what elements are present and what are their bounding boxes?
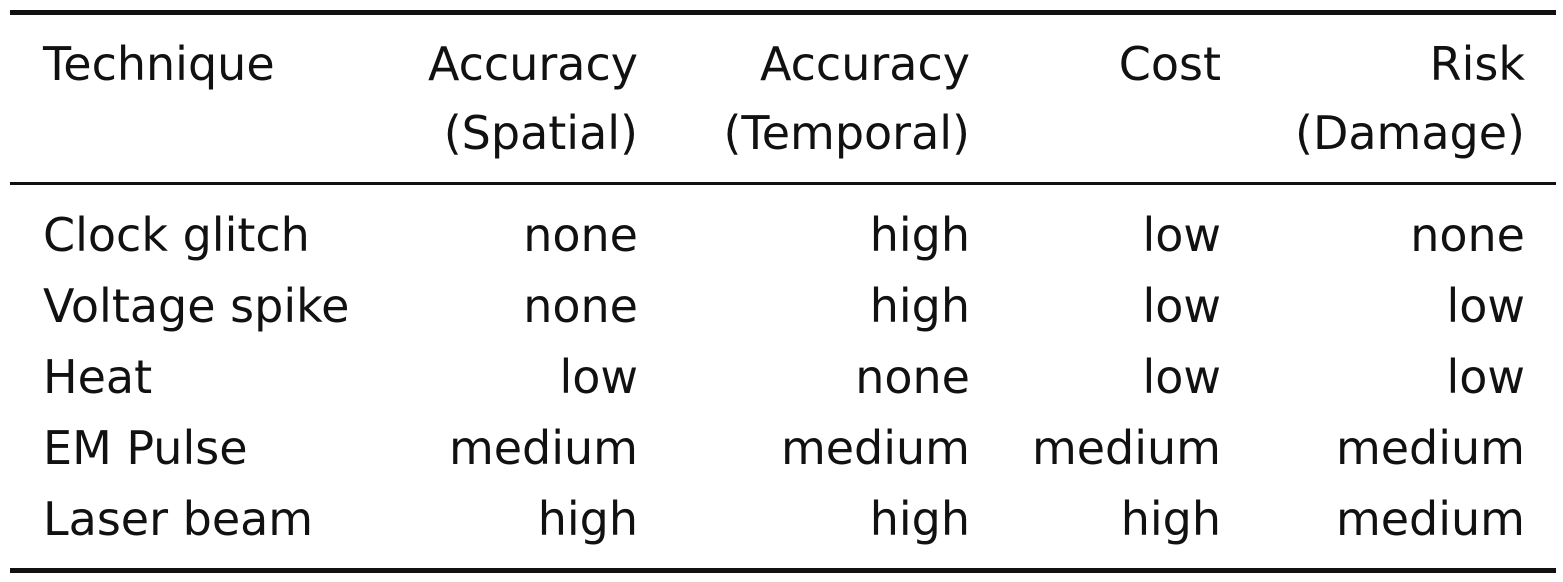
row-temporal-cell: none [855,350,970,404]
comparison-table: Technique Accuracy (Spatial) Accuracy (T… [0,0,1563,582]
row-temporal-cell: high [869,208,970,262]
row-risk-cell: low [1446,350,1525,404]
row-risk-cell: low [1446,279,1525,333]
header-accuracy-temporal-line1: Accuracy [759,37,970,91]
row-risk-cell: none [1410,208,1525,262]
row-technique-cell: Clock glitch [43,208,310,262]
row-cost-cell: medium [1031,421,1221,475]
row-cost-cell: high [1120,492,1221,546]
row-spatial-cell: high [537,492,638,546]
row-technique-cell: Laser beam [43,492,314,546]
row-technique-cell: Voltage spike [43,279,350,333]
row-spatial-cell: low [559,350,638,404]
row-spatial-cell: medium [448,421,638,475]
row-risk-cell: medium [1335,492,1525,546]
header-accuracy-spatial-line2: (Spatial) [443,106,638,160]
row-cost-cell: low [1142,279,1221,333]
row-technique-cell: Heat [43,350,153,404]
header-technique: Technique [43,37,275,91]
row-risk-cell: medium [1335,421,1525,475]
row-temporal-cell: high [869,279,970,333]
row-spatial-cell: none [523,208,638,262]
row-cost-cell: low [1142,208,1221,262]
header-rule [10,182,1556,185]
row-temporal-cell: medium [780,421,970,475]
header-accuracy-temporal-line2: (Temporal) [723,106,970,160]
bottom-rule [10,568,1556,573]
header-cost: Cost [1118,37,1221,91]
header-risk-line2: (Damage) [1295,106,1525,160]
header-accuracy-spatial-line1: Accuracy [427,37,638,91]
row-temporal-cell: high [869,492,970,546]
row-spatial-cell: none [523,279,638,333]
header-risk-line1: Risk [1429,37,1525,91]
row-cost-cell: low [1142,350,1221,404]
top-rule [10,10,1556,15]
row-technique-cell: EM Pulse [43,421,248,475]
